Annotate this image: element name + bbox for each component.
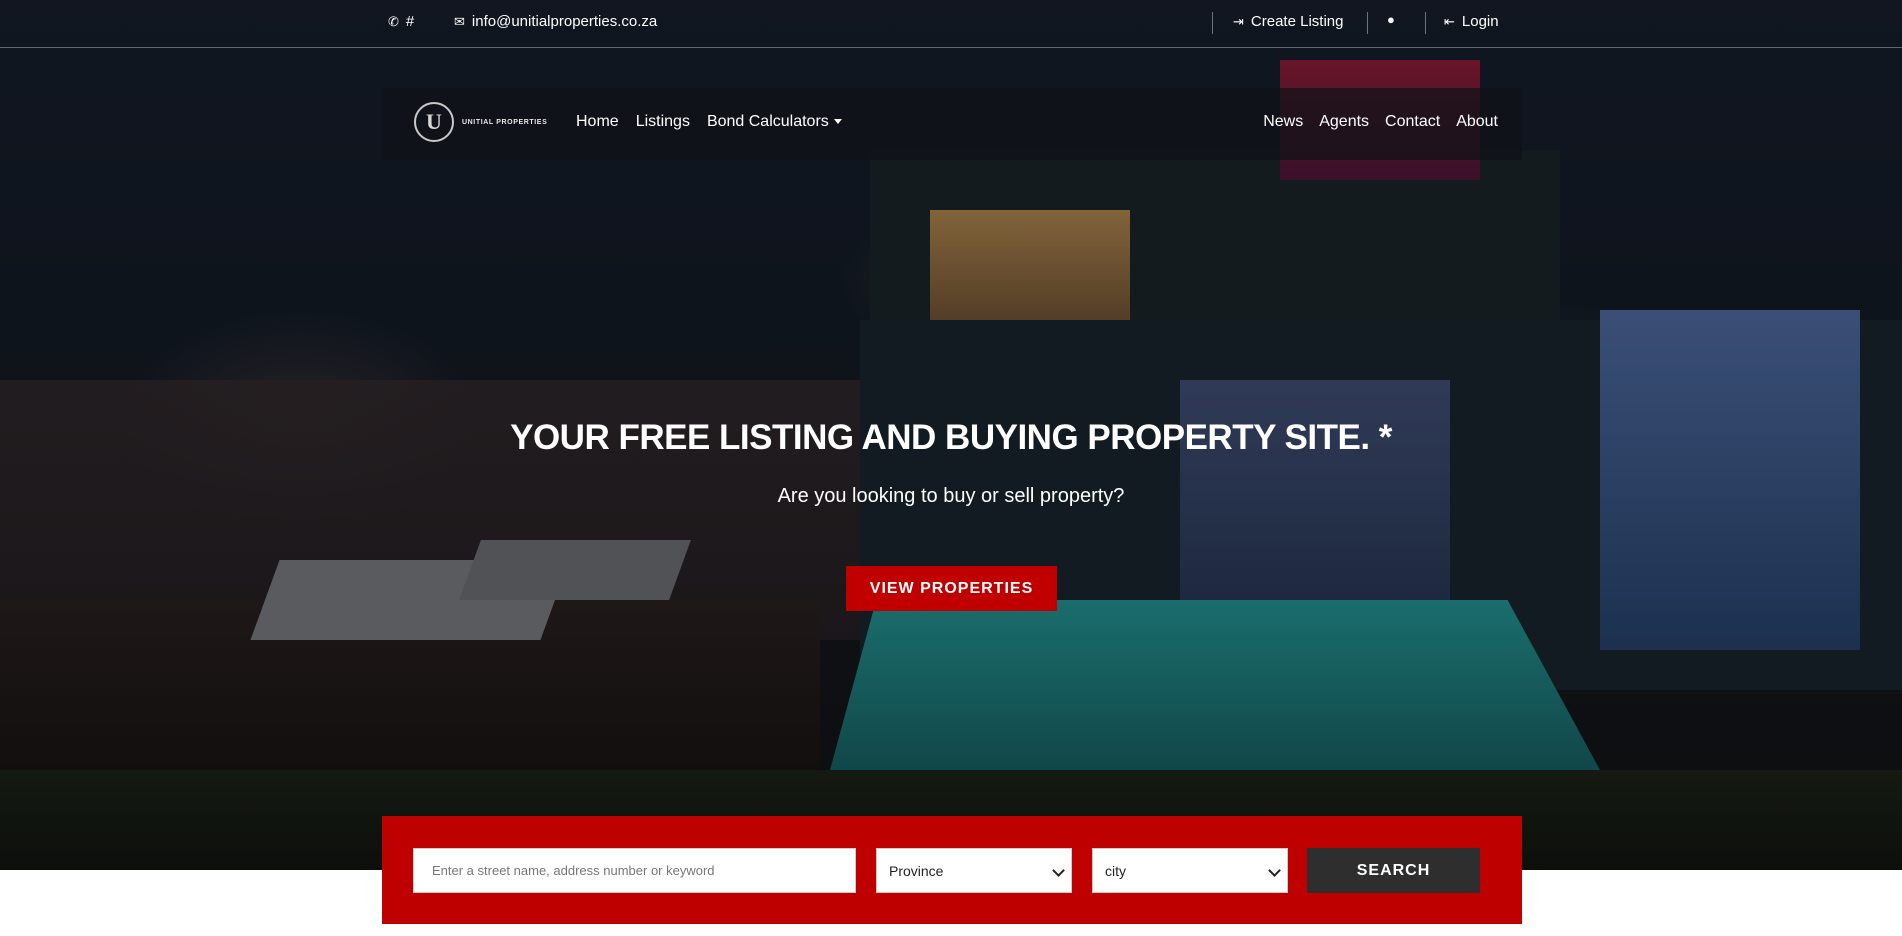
- city-select[interactable]: city: [1092, 848, 1288, 893]
- email-link[interactable]: ✉ info@unitialproperties.co.za: [454, 13, 657, 30]
- envelope-icon: ✉: [454, 14, 465, 29]
- nav-home[interactable]: Home: [576, 113, 619, 131]
- login-link[interactable]: ⇤ Login: [1444, 13, 1499, 30]
- nav-about[interactable]: About: [1456, 113, 1498, 131]
- whatsapp-text: #: [405, 13, 415, 30]
- search-panel: Province city SEARCH: [382, 816, 1522, 924]
- nav-bond-calculators-label: Bond Calculators: [706, 113, 829, 130]
- top-bar: ✆ # ✉ info@unitialproperties.co.za ⇥ Cre…: [0, 0, 1902, 48]
- create-listing-label: Create Listing: [1250, 13, 1344, 30]
- sign-in-icon: ⇥: [1233, 14, 1244, 29]
- site-logo[interactable]: U UNITIAL PROPERTIES: [414, 102, 547, 142]
- nav-left-group: Home Listings Bond Calculators: [576, 113, 842, 131]
- user-icon: ●: [1387, 12, 1395, 27]
- nav-listings[interactable]: Listings: [636, 113, 690, 131]
- province-select-value: Province: [889, 862, 944, 879]
- province-select[interactable]: Province: [876, 848, 1072, 893]
- main-navbar: U UNITIAL PROPERTIES Home Listings Bond …: [382, 88, 1522, 160]
- chevron-down-icon: [1268, 864, 1281, 877]
- view-properties-button[interactable]: VIEW PROPERTIES: [846, 566, 1057, 611]
- email-text: info@unitialproperties.co.za: [471, 13, 658, 30]
- login-label: Login: [1461, 13, 1499, 30]
- nav-right-group: News Agents Contact About: [1263, 113, 1498, 131]
- search-button[interactable]: SEARCH: [1307, 848, 1480, 893]
- whatsapp-link[interactable]: ✆ #: [388, 13, 414, 30]
- logo-mark: U: [414, 102, 454, 142]
- nav-news[interactable]: News: [1263, 113, 1303, 131]
- user-account-link[interactable]: ●: [1387, 13, 1395, 26]
- city-select-value: city: [1105, 862, 1126, 879]
- caret-down-icon: [833, 119, 842, 125]
- hero-title: YOUR FREE LISTING AND BUYING PROPERTY SI…: [510, 418, 1392, 457]
- divider: [1212, 12, 1213, 34]
- divider: [1425, 12, 1426, 34]
- nav-bond-calculators[interactable]: Bond Calculators: [707, 113, 842, 131]
- logo-text: UNITIAL PROPERTIES: [462, 118, 548, 126]
- divider: [1367, 12, 1368, 34]
- nav-contact[interactable]: Contact: [1385, 113, 1440, 131]
- sign-out-icon: ⇤: [1444, 14, 1455, 29]
- chevron-down-icon: [1052, 864, 1065, 877]
- whatsapp-icon: ✆: [388, 14, 399, 29]
- create-listing-link[interactable]: ⇥ Create Listing: [1233, 13, 1343, 30]
- nav-agents[interactable]: Agents: [1319, 113, 1369, 131]
- hero-subtitle: Are you looking to buy or sell property?: [777, 485, 1125, 507]
- keyword-search-input[interactable]: [413, 848, 856, 893]
